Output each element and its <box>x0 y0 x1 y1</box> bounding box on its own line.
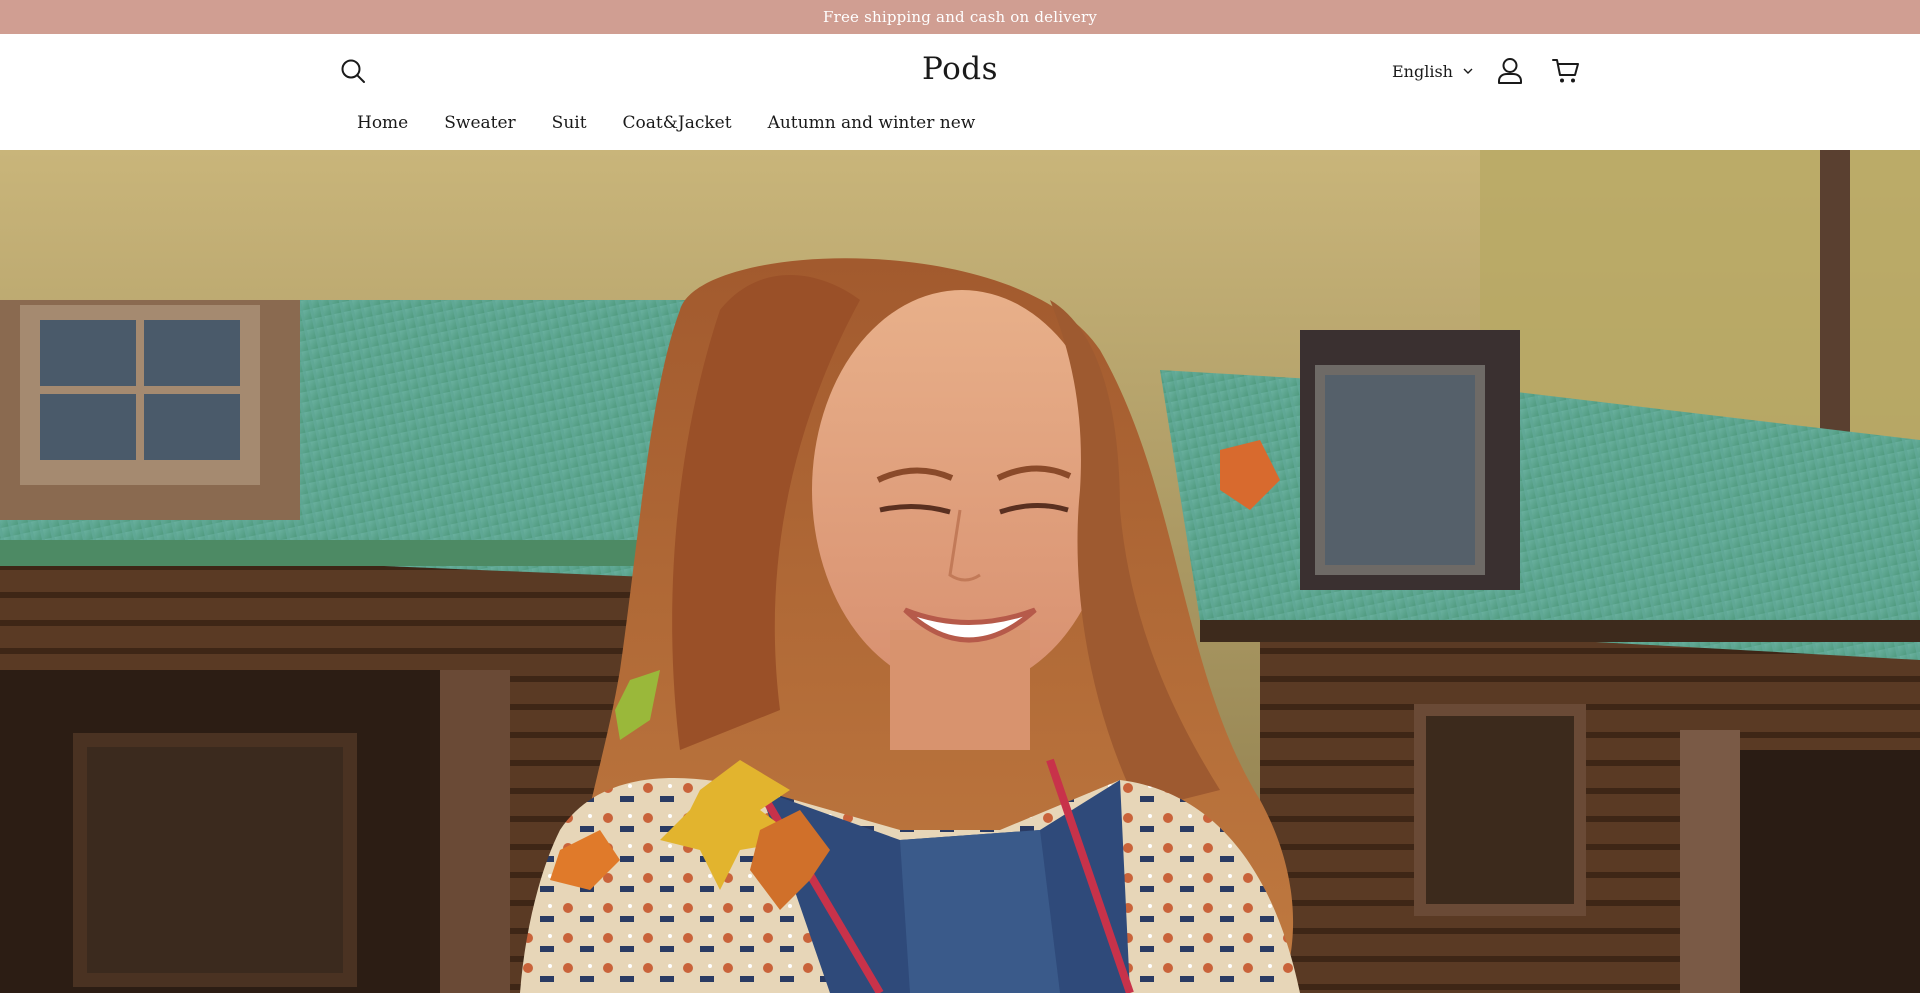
hero-banner-image <box>0 150 1920 993</box>
site-logo[interactable]: Pods <box>922 51 998 87</box>
language-selector[interactable]: English <box>1392 59 1473 83</box>
cart-icon <box>1552 59 1579 83</box>
account-button[interactable] <box>1492 54 1528 88</box>
nav-item-suit[interactable]: Suit <box>552 109 587 137</box>
search-button[interactable] <box>332 54 374 88</box>
hero-banner[interactable] <box>0 150 1920 993</box>
nav-item-sweater[interactable]: Sweater <box>444 109 515 137</box>
site-header: Pods English Home Sweater Suit Coat&Jack… <box>0 34 1920 150</box>
header-container: Pods English Home Sweater Suit Coat&Jack… <box>332 0 1588 133</box>
nav-item-home[interactable]: Home <box>357 109 408 137</box>
chevron-down-icon <box>1463 68 1473 74</box>
nav-item-autumn-winter-new[interactable]: Autumn and winter new <box>768 109 976 137</box>
nav-item-coat-jacket[interactable]: Coat&Jacket <box>623 109 732 137</box>
search-icon <box>341 59 365 83</box>
cart-button[interactable] <box>1548 54 1584 88</box>
language-label: English <box>1392 61 1453 81</box>
user-icon <box>1498 58 1522 84</box>
main-nav: Home Sweater Suit Coat&Jacket Autumn and… <box>332 108 986 138</box>
